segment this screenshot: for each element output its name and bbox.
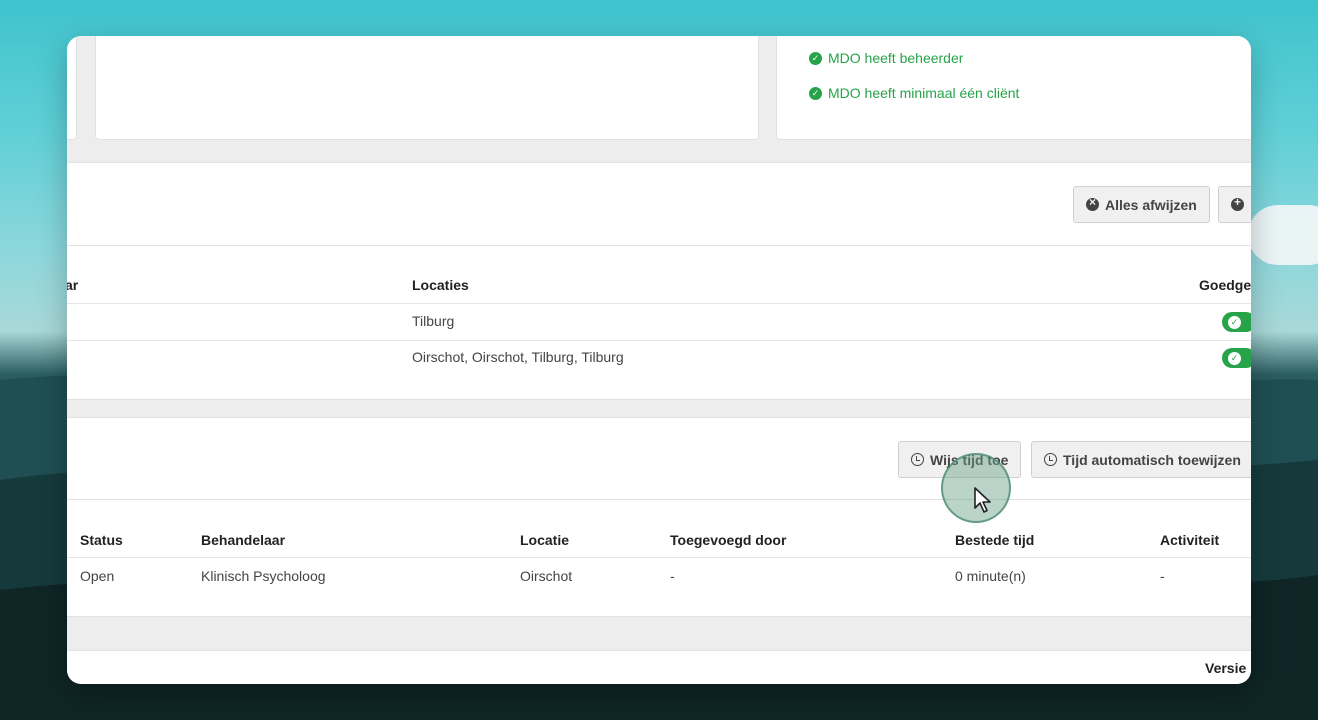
table-cell-locations: Oirschot, Oirschot, Tilburg, Tilburg xyxy=(412,349,624,365)
table-cell-locations: Tilburg xyxy=(412,313,455,329)
auto-assign-time-label: Tijd automatisch toewijzen xyxy=(1063,451,1241,468)
column-header-location: Locatie xyxy=(520,532,570,548)
clock-icon xyxy=(1044,453,1057,466)
check-label: MDO heeft beheerder xyxy=(828,50,964,66)
footer: Versie xyxy=(67,650,1251,684)
column-header-status: Status xyxy=(80,532,123,548)
table-cell-time-spent: 0 minute(n) xyxy=(955,568,1026,584)
column-header-activity: Activiteit xyxy=(1160,532,1220,548)
cloud-decoration xyxy=(1248,205,1318,265)
check-circle-icon: ✓ xyxy=(1228,351,1241,365)
check-circle-icon: ✓ xyxy=(809,51,822,65)
table-cell-added-by: - xyxy=(670,568,675,584)
clock-icon xyxy=(911,453,924,466)
card-left-stub xyxy=(67,36,77,140)
x-circle-icon xyxy=(1086,195,1099,211)
check-circle-icon: ✓ xyxy=(1228,315,1241,329)
table-cell-practitioner: Klinisch Psycholoog xyxy=(201,568,326,584)
column-header-time-spent: Bestede tijd xyxy=(955,532,1035,548)
table-cell-activity: - xyxy=(1160,568,1165,584)
locations-table: ar Locaties Goedge Tilburg ✓ Oirschot, O… xyxy=(67,245,1251,400)
plus-circle-icon xyxy=(1231,195,1244,211)
table-cell-location: Oirschot xyxy=(520,568,573,584)
check-item: ✓ MDO heeft beheerder xyxy=(809,50,963,66)
section1-toolbar: Alles afwijzen xyxy=(67,162,1251,246)
card-middle xyxy=(95,36,759,140)
section2-toolbar: Wijs tijd toe Tijd automatisch toewijzen xyxy=(67,417,1251,500)
reject-all-label: Alles afwijzen xyxy=(1105,196,1197,213)
column-header-locations: Locaties xyxy=(412,277,469,293)
auto-assign-time-button[interactable]: Tijd automatisch toewijzen xyxy=(1031,441,1251,478)
add-button[interactable] xyxy=(1218,186,1251,223)
table-cell-status: Open xyxy=(80,568,115,584)
column-header-partial: ar xyxy=(67,277,79,293)
version-label: Versie xyxy=(1205,660,1247,676)
approved-toggle[interactable]: ✓ xyxy=(1222,348,1251,368)
mouse-pointer-icon xyxy=(974,487,991,513)
check-label: MDO heeft minimaal één cliënt xyxy=(828,85,1020,101)
approved-toggle[interactable]: ✓ xyxy=(1222,312,1251,332)
column-header-added-by: Toegevoegd door xyxy=(670,532,787,548)
time-table: Status Behandelaar Locatie Toegevoegd do… xyxy=(67,500,1251,617)
column-header-practitioner: Behandelaar xyxy=(201,532,286,548)
mdo-checks-card: ✓ MDO heeft beheerder ✓ MDO heeft minima… xyxy=(776,36,1251,140)
reject-all-button[interactable]: Alles afwijzen xyxy=(1073,186,1210,223)
app-window: ✓ MDO heeft beheerder ✓ MDO heeft minima… xyxy=(67,36,1251,684)
check-circle-icon: ✓ xyxy=(809,86,822,100)
check-item: ✓ MDO heeft minimaal één cliënt xyxy=(809,85,1019,101)
column-header-approved: Goedge xyxy=(1199,277,1251,293)
